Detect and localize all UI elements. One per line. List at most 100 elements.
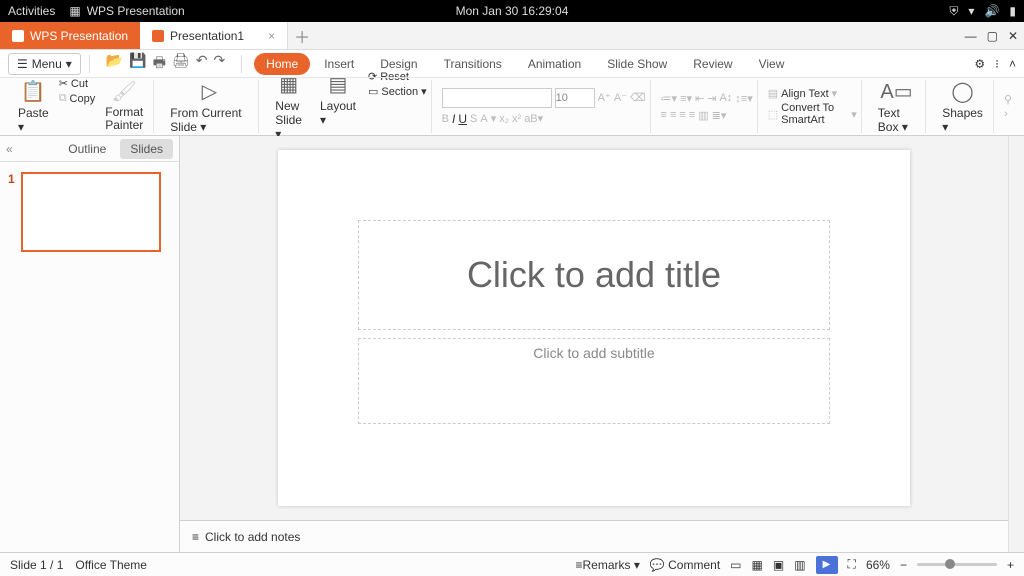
view-sorter-icon[interactable]: ▦ [752,558,763,572]
zoom-slider[interactable] [917,563,997,566]
italic-icon[interactable]: I [452,112,455,126]
notes-pane[interactable]: ≡ Click to add notes [180,520,1008,552]
copy-button[interactable]: ⧉ Copy [59,92,96,105]
section-button[interactable]: ▭ Section ▾ [368,85,427,98]
line-spacing-icon[interactable]: ↕≡▾ [735,92,752,105]
from-current-slide-button[interactable]: ▷From Current Slide ▾ [164,77,254,136]
view-normal-icon[interactable]: ▭ [730,558,741,572]
slide: Click to add title Click to add subtitle [278,150,910,506]
comment-button[interactable]: 💬 Comment [650,558,720,572]
zoom-level[interactable]: 66% [866,558,890,572]
tab-animation[interactable]: Animation [516,53,593,75]
subtitle-placeholder[interactable]: Click to add subtitle [358,338,830,424]
change-case-icon[interactable]: aB▾ [524,112,543,125]
slide-area[interactable]: Click to add title Click to add subtitle [180,136,1008,520]
text-box-button[interactable]: A▭Text Box ▾ [872,77,921,136]
slides-tab[interactable]: Slides [120,139,173,159]
zoom-out-icon[interactable]: − [900,558,907,572]
increase-font-icon[interactable]: A⁺ [598,91,611,104]
minimize-icon[interactable]: — [965,29,977,43]
paste-button[interactable]: 📋Paste ▾ [12,77,55,136]
format-painter-button[interactable]: 🖌FormatPainter [99,77,149,136]
align-center-icon[interactable]: ≡ [670,109,676,121]
distribute-icon[interactable]: ≣▾ [712,109,727,122]
tab-design[interactable]: Design [368,53,429,75]
zoom-in-icon[interactable]: + [1007,558,1014,572]
slide-number: 1 [8,172,15,252]
outline-tab[interactable]: Outline [58,139,116,159]
tab-slideshow[interactable]: Slide Show [595,53,679,75]
shield-icon: ⛨ [949,4,958,19]
maximize-icon[interactable]: ▢ [987,29,998,43]
collapse-ribbon-icon[interactable]: ˄ [1009,57,1016,71]
document-tabbar: WPS Presentation Presentation1× ＋ — ▢ ✕ [0,22,1024,50]
shapes-button[interactable]: ◯Shapes ▾ [936,77,989,136]
convert-smartart-button[interactable]: ⬚ Convert To SmartArt ▾ [768,102,857,126]
print-icon[interactable]: 🖶 [153,52,166,76]
new-slide-button[interactable]: ▦New Slide ▾ [269,70,308,143]
view-reading-icon[interactable]: ▣ [773,558,784,572]
fit-icon[interactable]: ⛶ [848,557,856,572]
close-window-icon[interactable]: ✕ [1008,29,1018,43]
columns-icon[interactable]: ▥ [698,109,708,122]
numbering-icon[interactable]: ≡▾ [680,92,692,105]
decrease-font-icon[interactable]: A⁻ [614,91,627,104]
indent-inc-icon[interactable]: ⇥ [707,92,716,105]
app-indicator[interactable]: ▦ WPS Presentation [69,4,184,18]
save-icon[interactable]: 💾 [129,52,146,76]
open-icon[interactable]: 📂 [106,52,123,76]
system-topbar: Activities ▦ WPS Presentation Mon Jan 30… [0,0,1024,22]
slide-panel: « Outline Slides 1 [0,136,180,552]
justify-icon[interactable]: ≡ [689,109,695,121]
align-left-icon[interactable]: ≡ [661,109,667,121]
tab-home[interactable]: Home [254,53,310,75]
network-icon: ▾ [968,4,974,19]
bold-icon[interactable]: B [442,113,449,125]
ribbon-overflow-icon[interactable]: › [1004,108,1012,120]
tab-app[interactable]: WPS Presentation [0,22,140,49]
tab-insert[interactable]: Insert [312,53,366,75]
collapse-panel-icon[interactable]: « [6,142,13,156]
right-strip [1008,136,1024,552]
tab-transitions[interactable]: Transitions [432,53,514,75]
ribbon-more-icon[interactable]: ⚲ [1004,93,1012,106]
print-preview-icon[interactable]: 🖨 [172,52,190,76]
slide-thumbnail-1[interactable]: 1 [8,172,171,252]
volume-icon: 🔊 [984,4,999,19]
new-tab-button[interactable]: ＋ [288,22,316,49]
font-size-select[interactable]: 10 [555,88,595,108]
undo-icon[interactable]: ↶ [196,52,208,76]
redo-icon[interactable]: ↷ [213,52,225,76]
align-text-button[interactable]: ▤ Align Text ▾ [768,87,857,100]
activities-button[interactable]: Activities [8,4,55,18]
text-direction-icon[interactable]: A↕ [719,92,732,104]
font-family-select[interactable] [442,88,552,108]
indent-dec-icon[interactable]: ⇤ [695,92,704,105]
ribbon-tabs: Home Insert Design Transitions Animation… [254,53,796,75]
tab-review[interactable]: Review [681,53,744,75]
clear-format-icon[interactable]: ⌫ [630,91,646,104]
layout-button[interactable]: ▤Layout ▾ [314,70,362,143]
bullets-icon[interactable]: ≔▾ [661,92,678,105]
theme-name: Office Theme [75,558,147,572]
tab-document[interactable]: Presentation1× [140,22,288,49]
menu-button[interactable]: ☰ Menu ▾ [8,53,81,75]
strike-icon[interactable]: S [470,113,477,125]
font-color-icon[interactable]: A [480,113,487,125]
statusbar: Slide 1 / 1 Office Theme ≡Remarks ▾ 💬 Co… [0,552,1024,576]
cut-button[interactable]: ✂ Cut [59,77,96,90]
align-right-icon[interactable]: ≡ [679,109,685,121]
close-tab-icon[interactable]: × [268,29,275,43]
settings-icon[interactable]: ⚙ [974,57,985,71]
title-placeholder[interactable]: Click to add title [358,220,830,330]
superscript-icon[interactable]: x² [512,113,521,125]
highlight-icon[interactable]: ▾ [491,112,497,125]
help-icon[interactable]: ⁝ [995,57,999,71]
view-notes-icon[interactable]: ▥ [794,558,805,572]
tab-view[interactable]: View [747,53,797,75]
menubar: ☰ Menu ▾ 📂 💾 🖶 🖨 ↶ ↷ Home Insert Design … [0,50,1024,78]
underline-icon[interactable]: U [458,112,467,126]
remarks-button[interactable]: ≡Remarks ▾ [575,558,639,572]
subscript-icon[interactable]: x₂ [499,113,509,125]
slideshow-button[interactable]: ▶ [816,556,838,574]
